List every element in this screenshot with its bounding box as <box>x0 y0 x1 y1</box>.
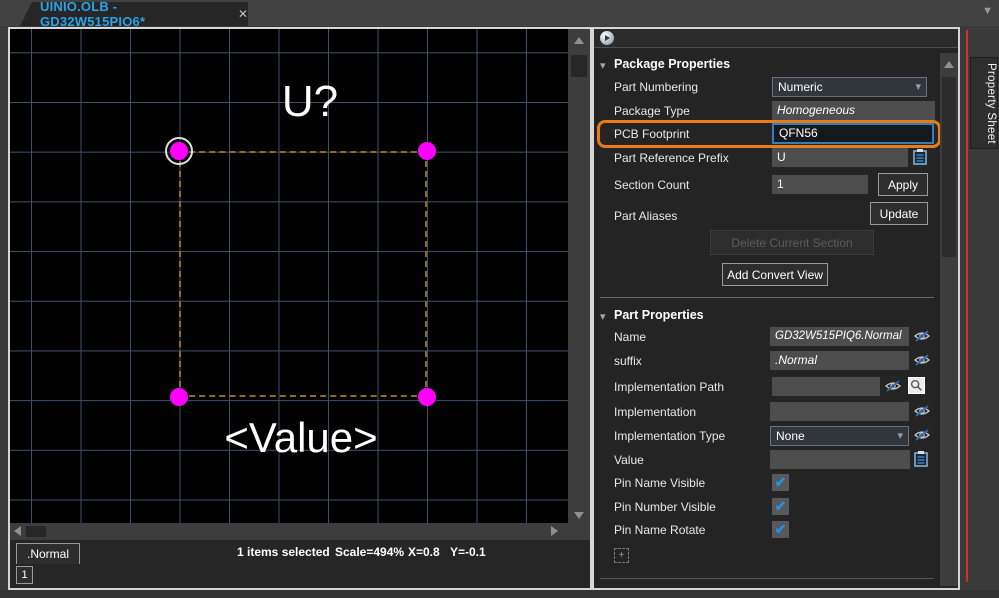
suffix-field: .Normal <box>770 351 909 370</box>
selection-rectangle <box>179 151 427 397</box>
pin-number-visible-label: Pin Number Visible <box>614 500 716 514</box>
pin-name-rotate-checkbox[interactable]: ✔ <box>772 521 789 538</box>
page-tab-row: 1 <box>10 564 590 588</box>
selected-pin-ring <box>165 137 193 165</box>
implementation-path-label: Implementation Path <box>614 380 724 394</box>
status-x-coordinate: X=0.8 <box>408 540 440 564</box>
document-tab-title: UINIO.OLB - GD32W515PIQ6* <box>40 0 224 29</box>
pin-panel-icon[interactable] <box>600 31 614 45</box>
status-scale: Scale=494% <box>335 540 404 564</box>
collapse-part-icon[interactable]: ▾ <box>600 310 612 323</box>
visibility-off-icon[interactable] <box>913 329 931 343</box>
pin-top-right[interactable] <box>418 142 436 160</box>
scroll-right-icon[interactable] <box>551 526 558 536</box>
part-value-text[interactable]: <Value> <box>186 415 416 461</box>
page-tab-1[interactable]: 1 <box>16 566 33 584</box>
section-count-label: Section Count <box>614 178 689 192</box>
property-sheet-dock-tab[interactable]: Property Sheet <box>970 57 998 149</box>
section-tab-normal[interactable]: .Normal <box>16 543 80 564</box>
implementation-type-dropdown[interactable]: None ▾ <box>770 426 909 446</box>
section-divider <box>600 297 934 298</box>
scroll-down-icon[interactable] <box>574 512 584 519</box>
scroll-up-icon[interactable] <box>944 61 954 68</box>
pin-name-visible-label: Pin Name Visible <box>614 476 705 490</box>
package-properties-header: Package Properties <box>614 57 730 73</box>
chevron-down-icon: ▾ <box>915 78 921 96</box>
package-type-field: Homogeneous <box>772 101 935 120</box>
schematic-canvas[interactable]: U? <Value> <box>10 29 568 523</box>
part-numbering-dropdown[interactable]: Numeric ▾ <box>772 77 927 97</box>
visibility-off-icon[interactable] <box>913 428 931 442</box>
document-tab[interactable]: UINIO.OLB - GD32W515PIQ6* ✕ <box>8 2 248 26</box>
canvas-horizontal-scrollbar[interactable] <box>10 523 568 540</box>
dock-accent-line <box>966 30 968 582</box>
close-icon[interactable]: ✕ <box>238 7 248 21</box>
part-aliases-label: Part Aliases <box>614 209 677 223</box>
part-reference-text[interactable]: U? <box>240 79 380 125</box>
part-numbering-label: Part Numbering <box>614 80 698 94</box>
implementation-label: Implementation <box>614 405 696 419</box>
delete-current-section-button: Delete Current Section <box>710 230 874 255</box>
pcb-footprint-label: PCB Footprint <box>614 127 689 141</box>
visibility-off-icon[interactable] <box>884 379 902 393</box>
collapse-package-icon[interactable]: ▾ <box>600 59 612 72</box>
visibility-off-icon[interactable] <box>913 353 931 367</box>
part-reference-prefix-input[interactable]: U <box>772 148 908 167</box>
implementation-type-value: None <box>776 429 805 443</box>
implementation-input[interactable] <box>770 402 909 421</box>
docking-strip: Property Sheet <box>962 26 999 590</box>
horizontal-scroll-thumb[interactable] <box>26 526 46 537</box>
panel-bottom-divider <box>600 578 934 579</box>
package-type-label: Package Type <box>614 104 690 118</box>
scrollbar-corner <box>568 523 590 540</box>
name-field: GD32W515PIQ6.Normal <box>770 327 909 346</box>
visibility-off-icon[interactable] <box>913 404 931 418</box>
pcb-footprint-input[interactable]: QFN56 <box>772 123 934 144</box>
part-numbering-value: Numeric <box>778 80 823 94</box>
section-tab-row: .Normal 1 items selected Scale=494% X=0.… <box>10 540 590 564</box>
part-properties-header: Part Properties <box>614 308 704 324</box>
status-items-selected: 1 items selected <box>237 540 330 564</box>
scroll-left-icon[interactable] <box>14 526 21 536</box>
pin-bottom-right[interactable] <box>418 388 436 406</box>
add-property-icon[interactable]: + <box>614 548 629 563</box>
pin-name-visible-checkbox[interactable]: ✔ <box>772 474 789 491</box>
add-convert-view-button[interactable]: Add Convert View <box>722 263 828 286</box>
property-sheet-panel: ▾ Package Properties Part Numbering Nume… <box>592 27 960 590</box>
value-input[interactable] <box>770 450 910 469</box>
pin-bottom-left[interactable] <box>170 388 188 406</box>
pin-number-visible-checkbox[interactable]: ✔ <box>772 498 789 515</box>
name-label: Name <box>614 330 646 344</box>
scroll-up-icon[interactable] <box>574 37 584 44</box>
panel-toolbar <box>594 29 958 48</box>
panel-vertical-scrollbar[interactable] <box>940 53 958 586</box>
application-window: UINIO.OLB - GD32W515PIQ6* ✕ ▼ U? <Value> <box>0 0 999 598</box>
chevron-down-icon: ▾ <box>897 427 903 445</box>
value-label: Value <box>614 453 644 467</box>
pin-name-rotate-label: Pin Name Rotate <box>614 523 705 537</box>
browse-button[interactable] <box>908 377 925 394</box>
section-count-input[interactable]: 1 <box>772 175 868 194</box>
update-button[interactable]: Update <box>870 202 928 225</box>
implementation-path-input[interactable] <box>772 377 880 396</box>
schematic-editor-frame: U? <Value> .Normal 1 items selected Scal… <box>8 27 592 590</box>
implementation-type-label: Implementation Type <box>614 429 725 443</box>
part-reference-prefix-label: Part Reference Prefix <box>614 151 729 165</box>
assign-property-icon[interactable] <box>913 450 929 467</box>
vertical-scroll-thumb[interactable] <box>571 55 587 77</box>
document-tab-bar: UINIO.OLB - GD32W515PIQ6* ✕ ▼ <box>0 0 999 26</box>
assign-property-icon[interactable] <box>912 148 928 165</box>
tab-list-dropdown-icon[interactable]: ▼ <box>982 5 993 17</box>
panel-scroll-thumb[interactable] <box>942 77 956 257</box>
suffix-label: suffix <box>614 354 642 368</box>
window-bottom-edge <box>0 590 999 598</box>
canvas-vertical-scrollbar[interactable] <box>568 29 590 523</box>
apply-button[interactable]: Apply <box>878 173 928 196</box>
status-y-coordinate: Y=-0.1 <box>450 540 486 564</box>
